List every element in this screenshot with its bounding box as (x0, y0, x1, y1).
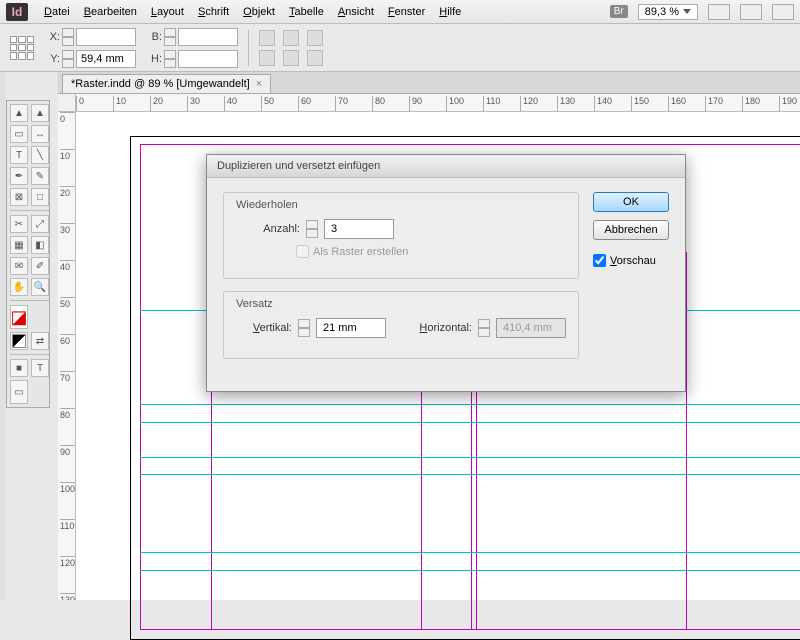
gap-tool[interactable]: ↔ (31, 125, 49, 143)
zoom-value: 89,3 % (645, 6, 679, 18)
x-input[interactable] (76, 28, 136, 46)
count-label: Anzahl: (250, 223, 300, 235)
transform-icon[interactable] (307, 30, 323, 46)
pencil-tool[interactable]: ✎ (31, 167, 49, 185)
h-label: H: (146, 53, 162, 65)
vertical-input[interactable] (316, 318, 386, 338)
ruler-horizontal[interactable]: 0102030405060708090100110120130140150160… (76, 94, 800, 112)
w-label: B: (146, 31, 162, 43)
menu-ansicht[interactable]: Ansicht (332, 3, 380, 21)
rotate-icon[interactable] (259, 50, 275, 66)
w-input[interactable] (178, 28, 238, 46)
ruler-vertical[interactable]: 0102030405060708090100110120130 (58, 112, 76, 600)
view-options-icon[interactable] (708, 4, 730, 20)
ok-button[interactable]: OK (593, 192, 669, 212)
direct-selection-tool[interactable]: ▲ (31, 104, 49, 122)
as-grid-checkbox (296, 245, 309, 258)
menu-bearbeiten[interactable]: Bearbeiten (78, 3, 143, 21)
apply-text[interactable]: T (31, 359, 49, 377)
menu-schrift[interactable]: Schrift (192, 3, 235, 21)
chevron-down-icon (683, 9, 691, 14)
ruler-origin[interactable] (58, 94, 76, 112)
zoom-tool[interactable]: 🔍 (31, 278, 49, 296)
align-icon[interactable] (283, 30, 299, 46)
default-fill-stroke[interactable] (10, 332, 28, 350)
dialog-title: Duplizieren und versetzt einfügen (207, 155, 685, 178)
screen-mode-icon[interactable] (740, 4, 762, 20)
control-extra-icons (259, 30, 323, 66)
horizontal-stepper[interactable] (478, 319, 490, 337)
app-logo: Id (6, 3, 28, 21)
h-stepper[interactable] (164, 50, 176, 68)
preview-checkbox[interactable] (593, 254, 606, 267)
horizontal-label: Horizontal: (402, 322, 472, 334)
menu-objekt[interactable]: Objekt (237, 3, 281, 21)
repeat-group-title: Wiederholen (236, 199, 566, 211)
cancel-button[interactable]: Abbrechen (593, 220, 669, 240)
view-mode[interactable]: ▭ (10, 380, 28, 404)
constrain-icon[interactable] (259, 30, 275, 46)
control-bar: X: Y: B: H: (0, 24, 800, 72)
reference-point[interactable] (10, 36, 34, 60)
rectangle-frame-tool[interactable]: ⊠ (10, 188, 28, 206)
fill-stroke-swatch[interactable]: ◪ (10, 305, 28, 329)
h-input[interactable] (178, 50, 238, 68)
selection-tool[interactable]: ▲ (10, 104, 28, 122)
bridge-icon[interactable]: Br (610, 5, 628, 18)
horizontal-guide[interactable] (140, 474, 800, 475)
gradient-tool[interactable]: ▦ (10, 236, 28, 254)
menu-bar: Id DDateiatei Bearbeiten Layout Schrift … (0, 0, 800, 24)
step-and-repeat-dialog: Duplizieren und versetzt einfügen Wieder… (206, 154, 686, 392)
horizontal-guide[interactable] (140, 404, 800, 405)
vertical-label: Vertikal: (240, 322, 292, 334)
count-input[interactable] (324, 219, 394, 239)
misc-icon[interactable] (307, 50, 323, 66)
swap-fill-stroke[interactable]: ⇄ (31, 332, 49, 350)
document-tab-title: *Raster.indd @ 89 % [Umgewandelt] (71, 78, 250, 90)
menu-hilfe[interactable]: Hilfe (433, 3, 467, 21)
vertical-stepper[interactable] (298, 319, 310, 337)
document-tab-bar: *Raster.indd @ 89 % [Umgewandelt] × (58, 72, 800, 94)
horizontal-input (496, 318, 566, 338)
x-stepper[interactable] (62, 28, 74, 46)
as-grid-label: Als Raster erstellen (313, 246, 408, 258)
close-tab-icon[interactable]: × (256, 78, 262, 90)
repeat-group: Wiederholen Anzahl: Als Raster erstellen (223, 192, 579, 279)
x-label: X: (44, 31, 60, 43)
y-label: Y: (44, 53, 60, 65)
horizontal-guide[interactable] (140, 422, 800, 423)
gradient-feather-tool[interactable]: ◧ (31, 236, 49, 254)
y-input[interactable] (76, 50, 136, 68)
tools-palette: ▲ ▲ ▭ ↔ T ╲ ✒ ✎ ⊠ □ ✂ ⤢ ▦ ◧ ✉ ✐ ✋ 🔍 ◪ ⇄ … (6, 100, 50, 408)
type-tool[interactable]: T (10, 146, 28, 164)
pen-tool[interactable]: ✒ (10, 167, 28, 185)
column-guide (686, 252, 687, 630)
note-tool[interactable]: ✉ (10, 257, 28, 275)
distribute-icon[interactable] (283, 50, 299, 66)
eyedropper-tool[interactable]: ✐ (31, 257, 49, 275)
menu-datei[interactable]: DDateiatei (38, 3, 76, 21)
apply-color[interactable]: ■ (10, 359, 28, 377)
scissors-tool[interactable]: ✂ (10, 215, 28, 233)
free-transform-tool[interactable]: ⤢ (31, 215, 49, 233)
hand-tool[interactable]: ✋ (10, 278, 28, 296)
offset-group: Versatz Vertikal: Horizontal: (223, 291, 579, 359)
y-stepper[interactable] (62, 50, 74, 68)
preview-label: Vorschau (610, 255, 656, 267)
zoom-level[interactable]: 89,3 % (638, 4, 698, 20)
line-tool[interactable]: ╲ (31, 146, 49, 164)
rectangle-tool[interactable]: □ (31, 188, 49, 206)
horizontal-guide[interactable] (140, 552, 800, 553)
document-tab[interactable]: *Raster.indd @ 89 % [Umgewandelt] × (62, 74, 271, 93)
w-stepper[interactable] (164, 28, 176, 46)
page-tool[interactable]: ▭ (10, 125, 28, 143)
menu-fenster[interactable]: Fenster (382, 3, 431, 21)
arrange-icon[interactable] (772, 4, 794, 20)
count-stepper[interactable] (306, 220, 318, 238)
horizontal-guide[interactable] (140, 457, 800, 458)
horizontal-guide[interactable] (140, 570, 800, 571)
menu-tabelle[interactable]: Tabelle (283, 3, 330, 21)
offset-group-title: Versatz (236, 298, 566, 310)
menu-layout[interactable]: Layout (145, 3, 190, 21)
